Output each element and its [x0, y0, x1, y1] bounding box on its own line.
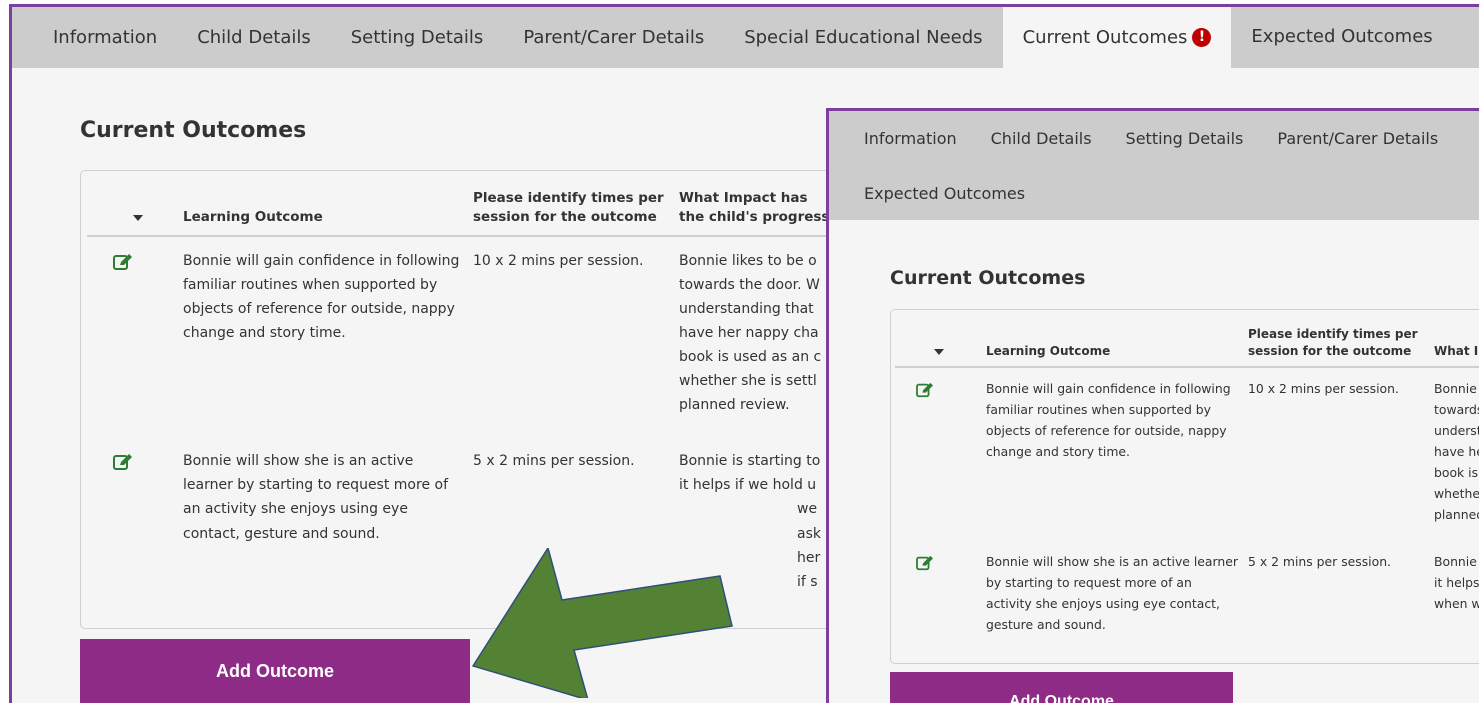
tab-current-outcomes[interactable]: Current Outcomes!: [1002, 7, 1232, 68]
times-cell: 10 x 2 mins per session.: [473, 252, 644, 269]
tab-information[interactable]: Information: [33, 7, 177, 68]
tab-bar: Information Child Details Setting Detail…: [12, 7, 1479, 68]
edit-icon[interactable]: [113, 253, 133, 279]
learning-outcome-cell: Bonnie will show she is an active learne…: [986, 554, 1238, 633]
add-outcome-button[interactable]: Add Outcome: [80, 638, 470, 703]
table-header-row: Learning Outcome Please identify times p…: [87, 181, 839, 237]
tab-information[interactable]: Information: [847, 111, 974, 166]
column-header[interactable]: Learning Outcome: [981, 320, 1243, 368]
column-header[interactable]: Learning Outcome: [177, 181, 467, 237]
tab-child-details[interactable]: Child Details: [177, 7, 331, 68]
outcomes-table: Learning Outcome Please identify times p…: [895, 320, 1479, 651]
tab-child-details[interactable]: Child Details: [974, 111, 1109, 166]
tab-bar: Information Child Details Setting Detail…: [829, 111, 1479, 220]
tab-setting-details[interactable]: Setting Details: [1109, 111, 1261, 166]
column-header[interactable]: What Imp the child: [1429, 320, 1479, 368]
column-header[interactable]: Please identify times per session for th…: [467, 181, 673, 237]
edit-icon[interactable]: [916, 382, 934, 404]
column-header[interactable]: Please identify times per session for th…: [1243, 320, 1429, 368]
impact-cell: Bonnie is it helps if when we: [1434, 554, 1479, 612]
tab-special-educational-needs[interactable]: Special Educational Needs: [724, 7, 1002, 68]
tab-parent-carer-details[interactable]: Parent/Carer Details: [1260, 111, 1455, 166]
sort-header[interactable]: [87, 181, 177, 237]
table-row: Bonnie will show she is an active learne…: [895, 541, 1479, 651]
tab-parent-carer-details[interactable]: Parent/Carer Details: [503, 7, 724, 68]
learning-outcome-cell: Bonnie will gain confidence in following…: [986, 380, 1231, 459]
table-row: Bonnie will gain confidence in following…: [895, 367, 1479, 542]
tab-setting-details[interactable]: Setting Details: [331, 7, 504, 68]
arrow-annotation-icon: [471, 548, 733, 698]
table-row: Bonnie will gain confidence in following…: [87, 236, 839, 438]
outcomes-table-panel: Learning Outcome Please identify times p…: [890, 309, 1479, 665]
impact-cell: Bonnie li towards t understa have her bo…: [1434, 380, 1479, 523]
table-header-row: Learning Outcome Please identify times p…: [895, 320, 1479, 368]
sort-caret-icon[interactable]: [934, 348, 944, 355]
learning-outcome-cell: Bonnie will gain confidence in following…: [183, 252, 460, 342]
edit-icon[interactable]: [113, 453, 133, 479]
inset-screenshot-frame: Information Child Details Setting Detail…: [826, 108, 1479, 703]
column-header[interactable]: What Impact has the child's progress: [673, 181, 839, 237]
tab-expected-outcomes[interactable]: Expected Outcomes: [1231, 7, 1452, 65]
times-cell: 10 x 2 mins per session.: [1248, 380, 1399, 396]
section-title: Current Outcomes: [890, 267, 1086, 289]
sort-caret-icon[interactable]: [133, 214, 143, 221]
impact-cell: Bonnie likes to be o towards the door. W…: [679, 252, 822, 414]
sort-header[interactable]: [895, 320, 981, 368]
inset-content: Current Outcomes Learning Outcome Please…: [829, 267, 1479, 703]
times-cell: 5 x 2 mins per session.: [1248, 554, 1392, 570]
learning-outcome-cell: Bonnie will show she is an active learne…: [183, 453, 448, 542]
add-outcome-button[interactable]: Add Outcome: [890, 672, 1233, 703]
alert-icon: !: [1192, 28, 1212, 47]
tab-expected-outcomes[interactable]: Expected Outcomes: [847, 166, 1042, 220]
edit-icon[interactable]: [916, 555, 934, 577]
